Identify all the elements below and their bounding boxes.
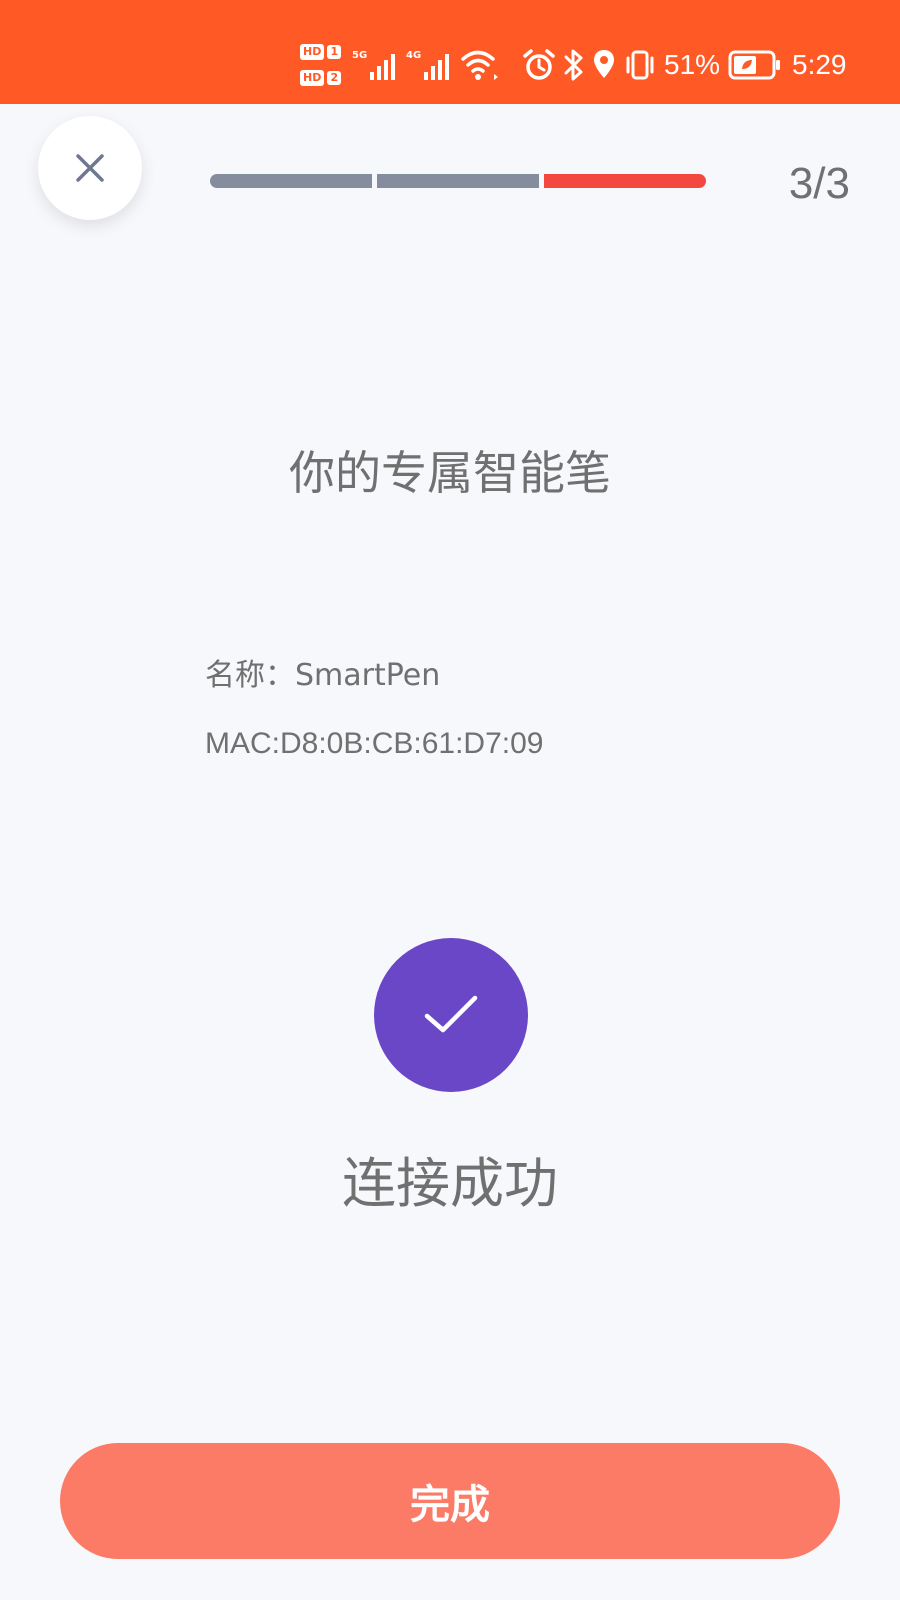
close-button[interactable]	[38, 116, 142, 220]
clock-time: 5:29	[792, 49, 847, 80]
check-icon	[424, 995, 478, 1033]
done-button-label: 完成	[410, 1482, 490, 1528]
battery-icon	[728, 50, 780, 80]
connection-success-text: 连接成功	[342, 1152, 558, 1215]
signal-icon-sim2: 4G	[406, 44, 454, 80]
signal-icon-sim1: 5G	[352, 44, 400, 80]
success-badge	[374, 938, 528, 1092]
progress-step-1	[210, 174, 372, 188]
battery-percent: 51%	[664, 49, 721, 80]
hd-voice-badges: HD 1 HD 2	[300, 41, 344, 93]
location-icon	[594, 50, 614, 78]
vibrate-icon	[626, 50, 654, 80]
bluetooth-icon	[564, 49, 583, 81]
hd-badge-2: HD 2	[300, 69, 342, 87]
progress-step-3	[544, 174, 706, 188]
alarm-icon	[523, 49, 555, 80]
progress-step-2	[377, 174, 539, 188]
device-mac-address: MAC:D8:0B:CB:61:D7:09	[205, 727, 544, 760]
device-name: 名称：SmartPen	[205, 658, 441, 693]
wifi-icon	[461, 50, 498, 80]
status-bar: HD 1 HD 2 5G 4G 51% 5:29	[0, 0, 900, 104]
done-button[interactable]: 完成	[60, 1443, 840, 1559]
page-title: 你的专属智能笔	[289, 446, 611, 500]
step-progress-bar	[210, 174, 706, 188]
hd-badge-1: HD 1	[300, 43, 342, 61]
step-counter: 3/3	[788, 159, 850, 208]
close-icon	[76, 154, 104, 182]
